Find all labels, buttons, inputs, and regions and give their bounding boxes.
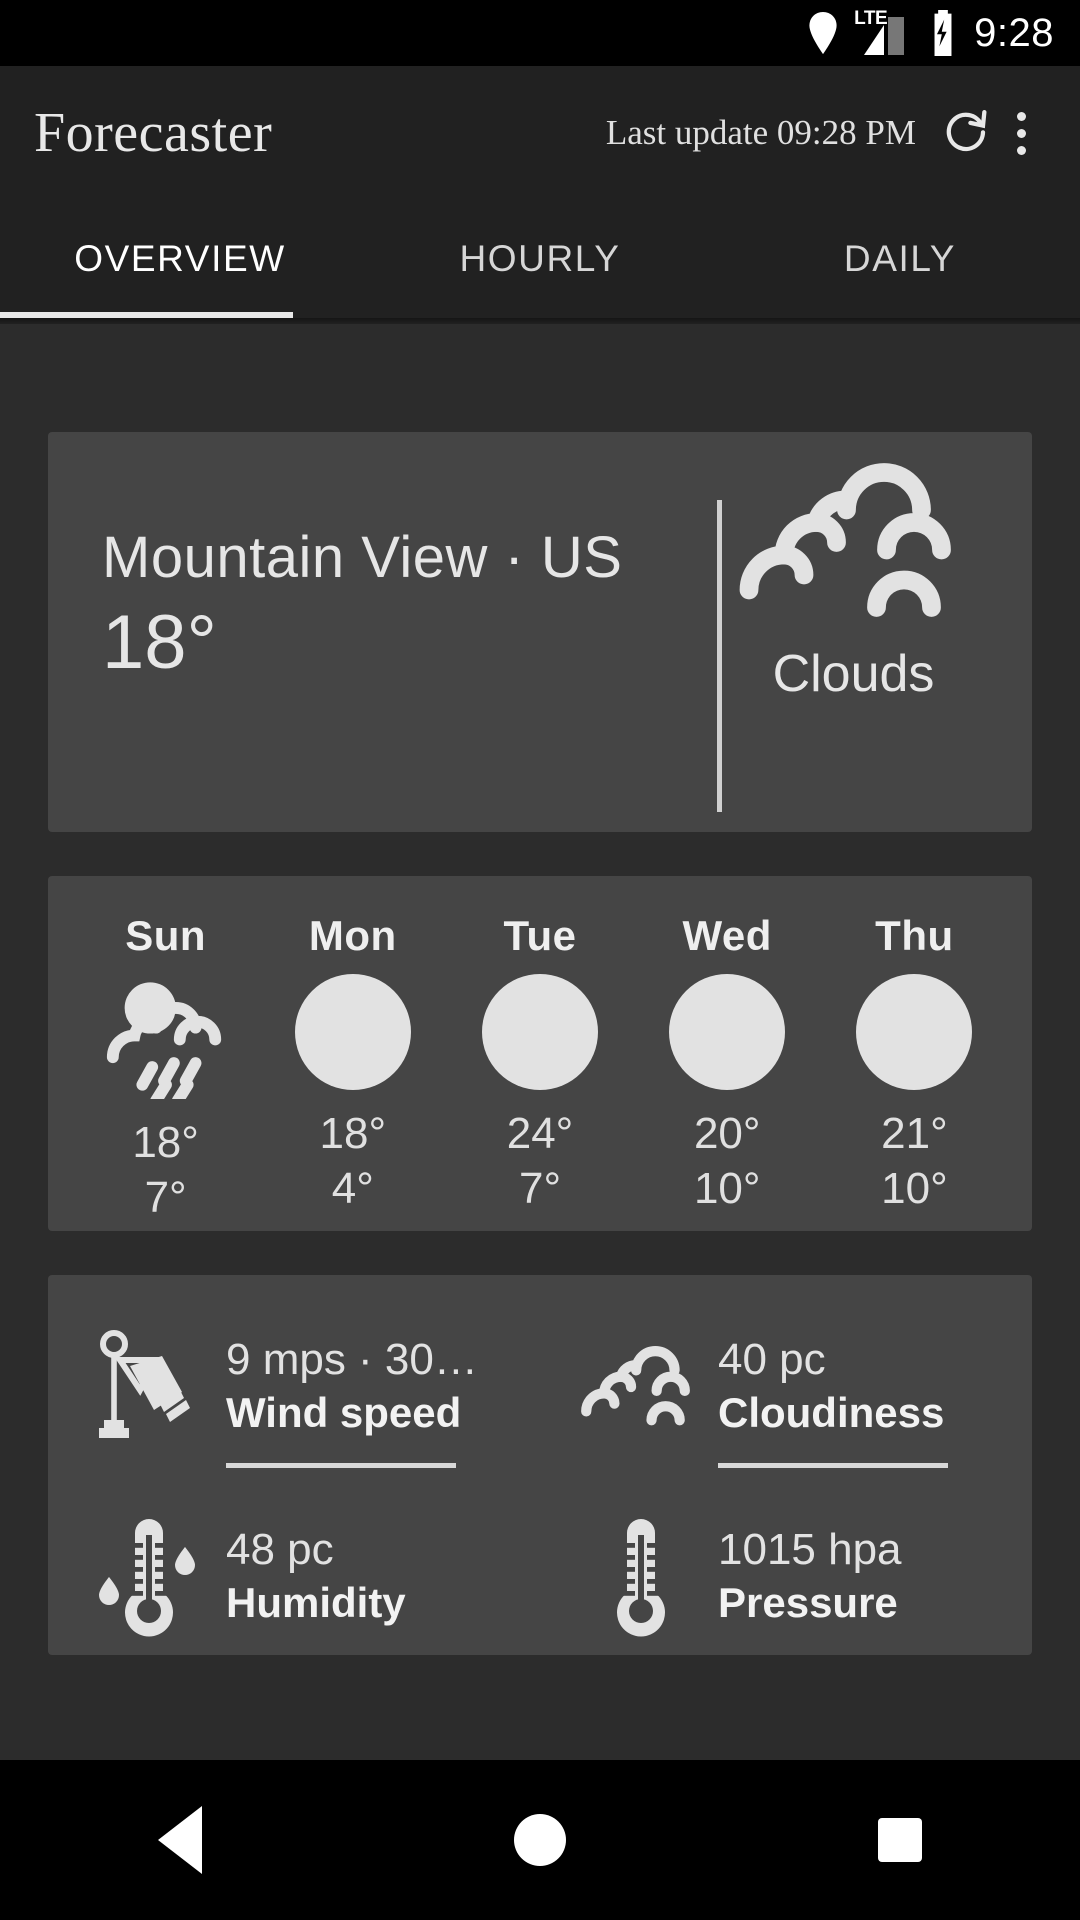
android-nav-bar (0, 1760, 1080, 1920)
recents-button[interactable] (825, 1760, 975, 1920)
day-low-temp: 7° (518, 1164, 562, 1213)
detail-value: 9 mps · 30… (226, 1335, 478, 1384)
lte-signal-icon: LTE (854, 8, 912, 55)
overflow-dot-3 (1016, 145, 1026, 155)
daily-forecast-item[interactable]: Sun 18° 7° (72, 912, 259, 1222)
refresh-icon (938, 104, 992, 163)
thermometer-humidity-icon (82, 1507, 214, 1647)
tab-daily[interactable]: DAILY (720, 200, 1080, 318)
clouds-icon (729, 450, 979, 640)
current-weather-card[interactable]: Mountain View · US 18° Clouds (48, 432, 1032, 832)
daily-forecast-item[interactable]: Wed 20° 10° (634, 912, 821, 1213)
circle-placeholder-icon (482, 974, 598, 1090)
rain-cloud-icon (101, 974, 231, 1099)
refresh-button[interactable] (934, 102, 996, 164)
status-bar-clock: 9:28 (974, 11, 1054, 55)
day-high-temp: 24° (506, 1109, 574, 1158)
detail-wind-speed[interactable]: 9 mps · 30… Wind speed (48, 1317, 540, 1507)
current-condition-block: Clouds (675, 432, 1032, 832)
battery-charging-icon (928, 10, 958, 56)
detail-underline (226, 1463, 456, 1468)
daily-forecast-item[interactable]: Mon 18° 4° (259, 912, 446, 1213)
current-weather-text: Mountain View · US 18° (48, 432, 675, 832)
circle-placeholder-icon (294, 974, 411, 1090)
circle-placeholder-icon (669, 974, 786, 1090)
detail-pressure[interactable]: 1015 hpa Pressure (540, 1507, 1032, 1655)
detail-label: Cloudiness (718, 1389, 945, 1436)
detail-value: 48 pc (226, 1525, 334, 1574)
daily-forecast-item[interactable]: Tue 24° 7° (446, 912, 633, 1213)
detail-value: 1015 hpa (718, 1525, 902, 1574)
app-window: LTE 9:28 Forecaster Last update 09:28 PM (0, 0, 1080, 1920)
detail-label: Pressure (718, 1579, 898, 1626)
home-circle-icon (514, 1814, 566, 1866)
detail-cloudiness[interactable]: 40 pc Cloudiness (540, 1317, 1032, 1507)
home-button[interactable] (465, 1760, 615, 1920)
current-location: Mountain View · US (102, 525, 623, 590)
app-title: Forecaster (34, 102, 273, 164)
day-high-temp: 20° (693, 1109, 761, 1158)
current-condition-label: Clouds (772, 645, 935, 703)
recents-square-icon (878, 1818, 922, 1862)
day-high-temp: 18° (132, 1118, 199, 1167)
detail-text: 1015 hpa Pressure (718, 1507, 902, 1627)
app-bar-actions: Last update 09:28 PM (606, 102, 1046, 164)
detail-label: Humidity (226, 1579, 406, 1626)
details-row-2: 48 pc Humidity 1015 hpa Pressure (48, 1507, 1032, 1655)
detail-humidity[interactable]: 48 pc Humidity (48, 1507, 540, 1655)
detail-underline (718, 1463, 948, 1468)
daily-forecast-item[interactable]: Thu 21° 10° (821, 912, 1008, 1213)
location-pin-icon (808, 12, 838, 54)
detail-text: 40 pc Cloudiness (718, 1317, 948, 1468)
day-label: Wed (682, 912, 772, 959)
weather-details-card[interactable]: 9 mps · 30… Wind speed 40 pc Cloudiness … (48, 1275, 1032, 1655)
day-label: Sun (125, 912, 207, 959)
app-bar: Forecaster Last update 09:28 PM (0, 66, 1080, 200)
day-low-temp: 4° (331, 1164, 374, 1213)
detail-value: 40 pc (718, 1335, 826, 1384)
overview-content: Mountain View · US 18° Clouds Sun 18° 7°… (0, 324, 1080, 1760)
back-button[interactable] (105, 1760, 255, 1920)
windsock-icon (82, 1317, 214, 1457)
details-row-1: 9 mps · 30… Wind speed 40 pc Cloudiness (48, 1317, 1032, 1507)
detail-label: Wind speed (226, 1389, 462, 1436)
day-low-temp: 10° (693, 1164, 761, 1213)
day-label: Mon (308, 912, 397, 959)
daily-forecast-card[interactable]: Sun 18° 7° Mon 18° 4° Tue 24° 7° Wed 20°… (48, 876, 1032, 1231)
thermometer-icon (574, 1507, 706, 1647)
cloud-outline-icon (574, 1317, 706, 1457)
day-high-temp: 18° (319, 1109, 387, 1158)
tab-hourly[interactable]: HOURLY (360, 200, 720, 318)
back-triangle-icon (158, 1806, 202, 1874)
card-divider (717, 500, 722, 812)
overflow-dot-2 (1016, 128, 1026, 138)
status-bar: LTE 9:28 (0, 0, 1080, 66)
day-low-temp: 7° (144, 1173, 187, 1222)
day-label: Tue (503, 912, 577, 959)
lte-label: LTE (854, 8, 888, 29)
day-label: Thu (875, 912, 954, 959)
tab-bar: OVERVIEW HOURLY DAILY (0, 200, 1080, 318)
overflow-dot-1 (1016, 111, 1026, 121)
overflow-menu-button[interactable] (996, 102, 1046, 164)
day-high-temp: 21° (881, 1109, 948, 1158)
current-temperature: 18° (102, 599, 217, 685)
circle-placeholder-icon (856, 974, 973, 1090)
last-update-label: Last update 09:28 PM (605, 113, 916, 152)
detail-text: 9 mps · 30… Wind speed (226, 1317, 478, 1468)
tab-overview[interactable]: OVERVIEW (0, 200, 360, 318)
day-low-temp: 10° (881, 1164, 948, 1213)
detail-text: 48 pc Humidity (226, 1507, 406, 1627)
